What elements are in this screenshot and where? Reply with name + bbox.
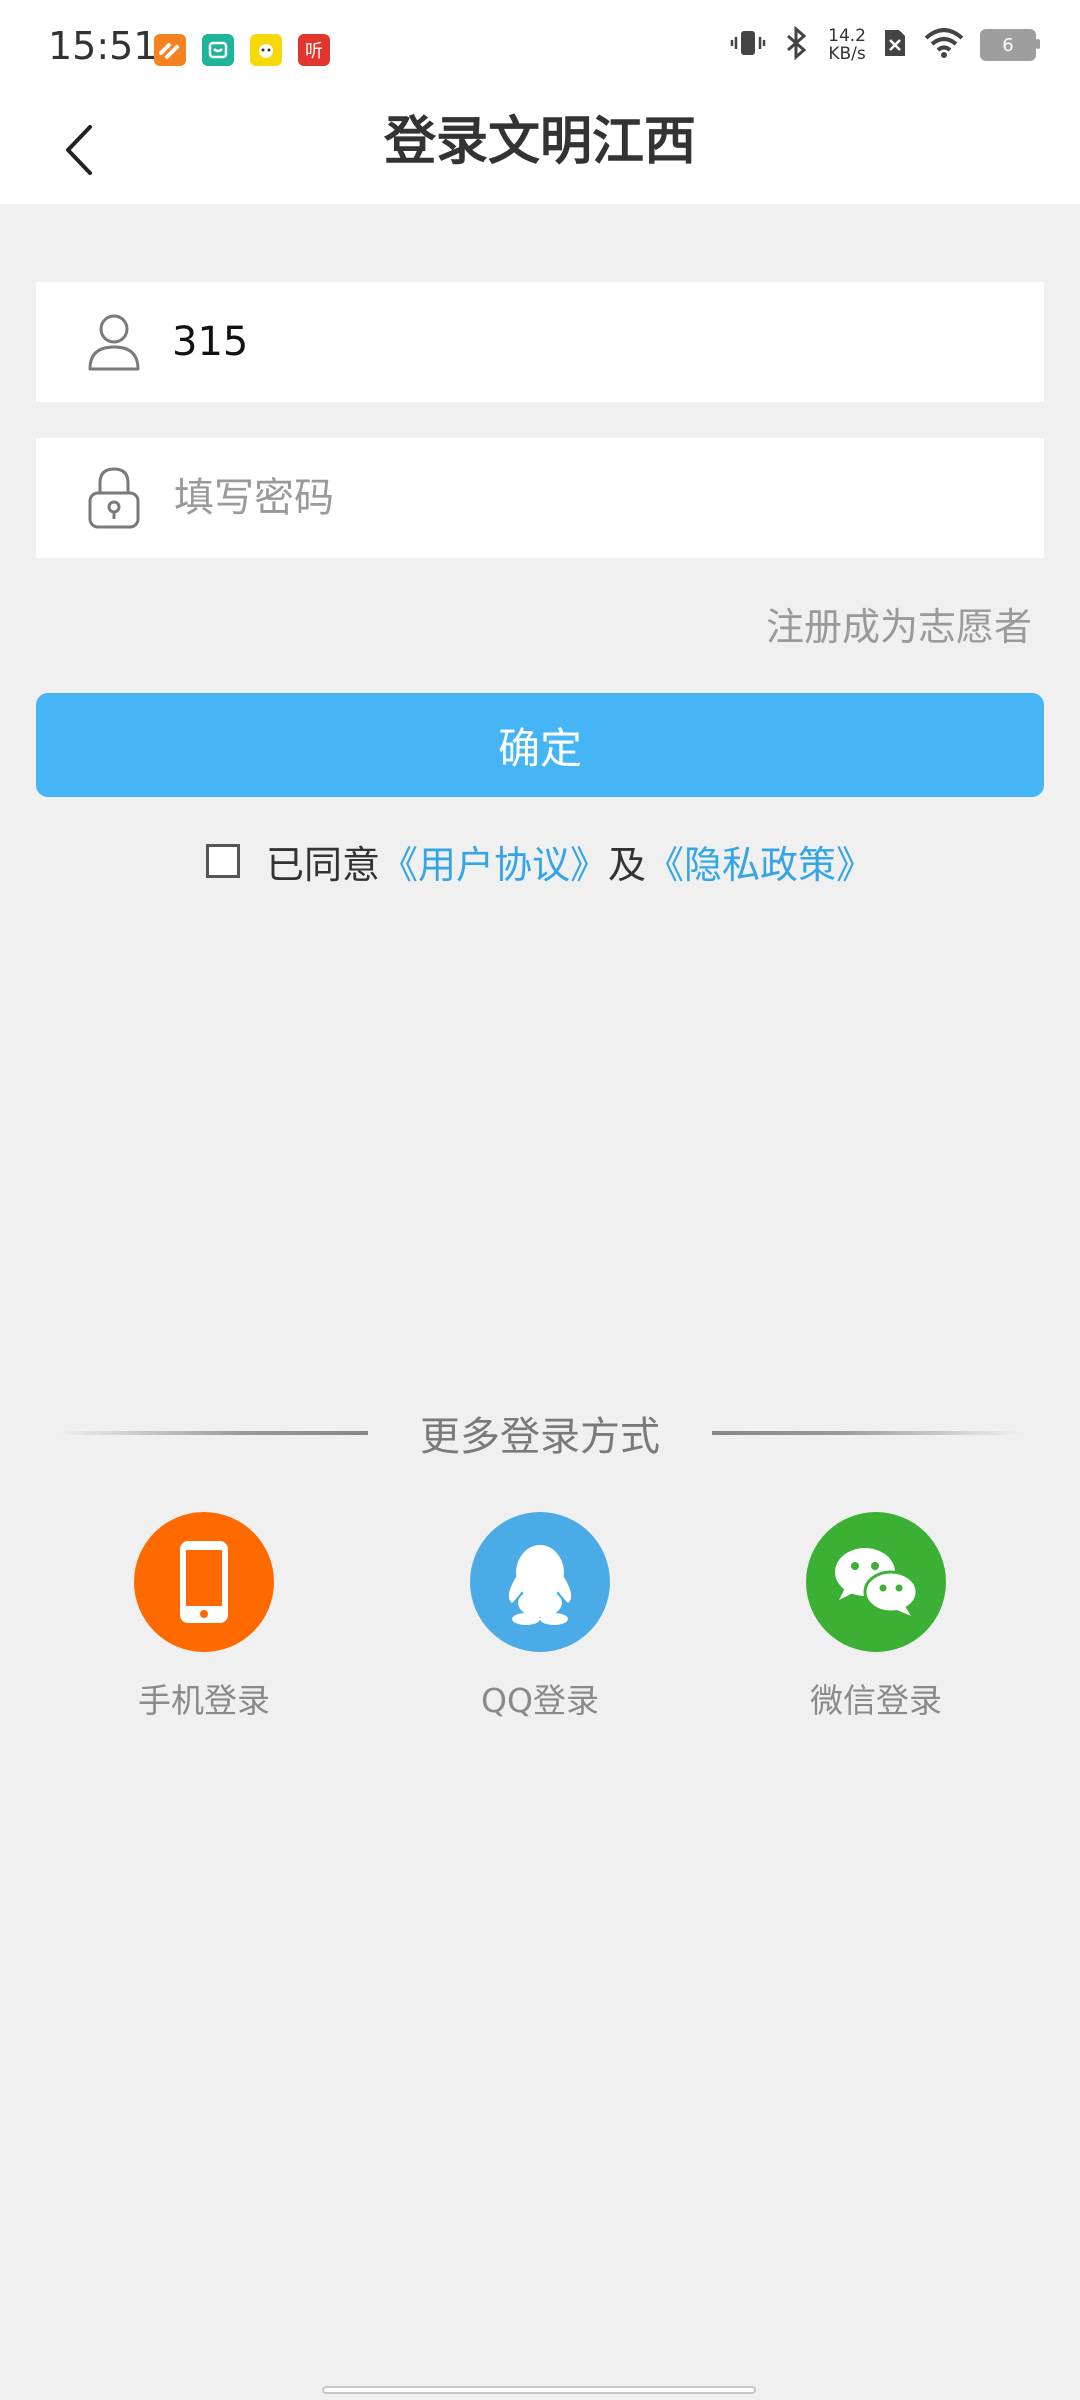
agreement-prefix: 已同意 <box>265 842 380 887</box>
wechat-icon <box>806 1512 946 1652</box>
net-speed: 14.2 KB/s <box>828 26 866 64</box>
app-teal-icon <box>202 34 234 66</box>
privacy-policy-link[interactable]: 《隐私政策》 <box>646 834 874 889</box>
bluetooth-icon <box>782 25 812 64</box>
divider-left <box>58 1431 368 1435</box>
password-input[interactable] <box>172 474 1044 522</box>
username-field[interactable]: 315 <box>36 282 1044 402</box>
more-login-header: 更多登录方式 <box>0 1405 1080 1461</box>
wifi-icon <box>924 28 964 62</box>
home-indicator[interactable] <box>322 2386 756 2394</box>
username-input[interactable]: 315 <box>172 319 1044 365</box>
battery-icon: 6 <box>980 29 1040 61</box>
agreement-connector: 及 <box>608 842 647 887</box>
phone-icon <box>134 1512 274 1652</box>
app-ting-icon: 听 <box>298 34 330 66</box>
agreement-checkbox[interactable] <box>205 844 240 878</box>
password-field[interactable] <box>36 438 1044 558</box>
user-icon <box>84 310 144 374</box>
chevron-left-icon <box>62 123 96 181</box>
qq-icon <box>470 1512 610 1652</box>
page-title: 登录文明江西 <box>383 111 696 172</box>
status-app-icons: 听 <box>154 34 330 66</box>
back-button[interactable] <box>44 114 114 190</box>
status-right: 14.2 KB/s 6 <box>730 25 1040 64</box>
status-bar: 15:51 听 14.2 KB/s 6 <box>0 0 1080 100</box>
app-orange-icon <box>154 34 186 66</box>
divider-right <box>712 1431 1022 1435</box>
qq-login-button[interactable]: QQ登录 <box>430 1512 650 1722</box>
wechat-login-label: 微信登录 <box>810 1681 942 1720</box>
confirm-button[interactable]: 确定 <box>36 693 1044 797</box>
wechat-login-button[interactable]: 微信登录 <box>766 1512 986 1722</box>
phone-login-label: 手机登录 <box>138 1681 270 1720</box>
user-agreement-link[interactable]: 《用户协议》 <box>380 834 608 889</box>
qq-login-label: QQ登录 <box>481 1681 599 1720</box>
app-yellow-icon <box>250 34 282 66</box>
sim-off-icon <box>882 27 908 63</box>
more-login-title: 更多登录方式 <box>420 1414 660 1460</box>
register-volunteer-link[interactable]: 注册成为志愿者 <box>766 596 1032 651</box>
phone-login-button[interactable]: 手机登录 <box>94 1512 314 1722</box>
lock-icon <box>84 466 144 530</box>
status-time: 15:51 <box>48 24 158 68</box>
agreement-row: 已同意 《用户协议》 及 《隐私政策》 <box>0 833 1080 889</box>
title-bar: 登录文明江西 <box>0 100 1080 204</box>
vibrate-icon <box>730 28 766 62</box>
